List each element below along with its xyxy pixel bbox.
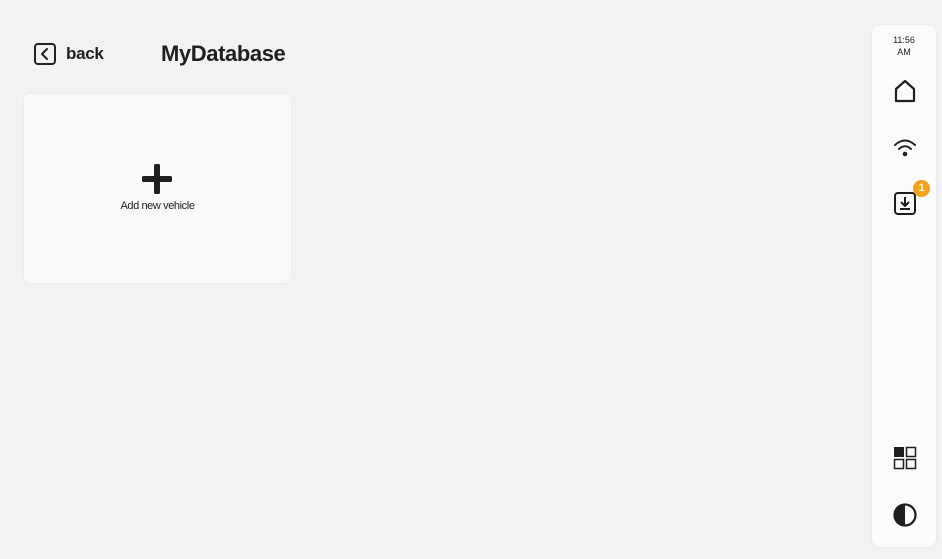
wifi-icon[interactable] xyxy=(892,135,918,161)
apps-grid-icon[interactable] xyxy=(892,445,918,471)
back-button[interactable]: back xyxy=(34,43,104,65)
status-sidebar: 11:56 AM 1 xyxy=(872,25,936,547)
clock-ampm: AM xyxy=(897,47,911,57)
top-bar: back MyDatabase xyxy=(0,0,870,90)
download-badge: 1 xyxy=(913,180,930,197)
page-title: MyDatabase xyxy=(161,41,286,66)
chevron-left-icon xyxy=(34,43,56,65)
contrast-icon[interactable] xyxy=(892,502,918,528)
add-vehicle-label: Add new vehicle xyxy=(120,200,195,212)
clock-time: 11:56 xyxy=(893,35,915,45)
plus-icon xyxy=(142,164,172,194)
back-label: back xyxy=(66,44,104,63)
home-icon[interactable] xyxy=(892,78,918,104)
